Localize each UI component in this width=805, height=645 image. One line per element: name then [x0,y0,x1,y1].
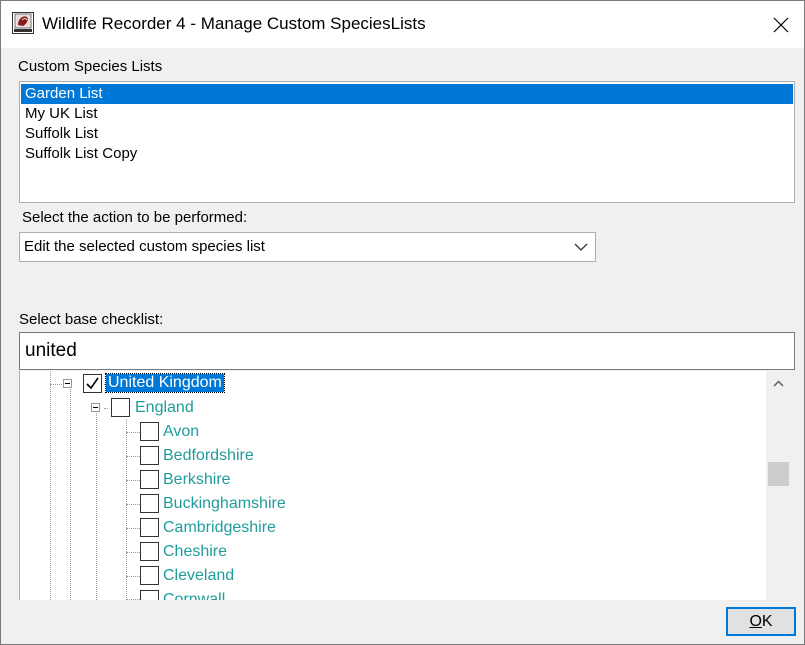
tree-connector [126,528,140,529]
checklist-tree: United Kingdom England Avon Bedfordshire… [19,371,791,600]
title-bar[interactable]: Wildlife Recorder 4 - Manage Custom Spec… [1,1,804,48]
ok-label-rest: K [761,612,773,630]
dialog-window: Wildlife Recorder 4 - Manage Custom Spec… [0,0,805,645]
checklist-label: Select base checklist: [19,311,164,328]
tree-node[interactable]: Bedfordshire [163,447,254,465]
ok-button-label: OK [749,612,773,630]
tree-checkbox[interactable] [140,470,159,489]
list-item[interactable]: Suffolk List Copy [21,144,793,164]
tree-node[interactable]: Avon [163,423,199,441]
close-button[interactable] [758,1,804,48]
tree-checkbox-england[interactable] [111,398,130,417]
action-value: Edit the selected custom species list [24,238,265,255]
checklist-search-input[interactable] [19,332,795,370]
tree-node[interactable]: Cheshire [163,543,227,561]
list-item[interactable]: My UK List [21,104,793,124]
tree-checkbox[interactable] [140,542,159,561]
tree-connector [126,504,140,505]
tree-connector [50,371,51,600]
tree-checkbox[interactable] [140,494,159,513]
collapse-toggle-icon[interactable] [91,403,100,412]
scroll-up-button[interactable] [766,371,791,396]
tree-checkbox[interactable] [140,566,159,585]
list-item[interactable]: Garden List [21,84,793,104]
tree-connector [126,599,140,600]
tree-checkbox[interactable] [140,422,159,441]
tree-node[interactable]: Cambridgeshire [163,519,276,537]
tree-scrollbar[interactable] [766,371,791,600]
close-icon [773,17,789,32]
window-title: Wildlife Recorder 4 - Manage Custom Spec… [42,14,426,33]
tree-connector [126,480,140,481]
tree-node[interactable]: Buckinghamshire [163,495,286,513]
custom-lists-listbox[interactable]: Garden List My UK List Suffolk List Suff… [19,81,795,203]
tree-node-england[interactable]: England [135,399,194,417]
tree-node-united-kingdom[interactable]: United Kingdom [105,373,225,393]
chevron-up-icon [773,380,784,387]
action-label: Select the action to be performed: [22,209,248,226]
tree-connector [96,413,97,600]
list-item[interactable]: Suffolk List [21,124,793,144]
tree-connector [126,552,140,553]
tree-node[interactable]: Cleveland [163,567,234,585]
custom-lists-label: Custom Species Lists [18,58,163,75]
tree-connector [126,576,140,577]
action-dropdown[interactable]: Edit the selected custom species list [19,232,596,262]
tree-node[interactable]: Cornwall [163,591,225,600]
tree-node[interactable]: Berkshire [163,471,231,489]
scroll-thumb[interactable] [768,462,789,486]
tree-checkbox[interactable] [140,518,159,537]
checkmark-icon [86,377,99,390]
tree-checkbox[interactable] [140,590,159,600]
collapse-toggle-icon[interactable] [63,379,72,388]
tree-connector [126,432,140,433]
wildlife-recorder-icon [12,12,34,34]
tree-checkbox-united-kingdom[interactable] [83,374,102,393]
tree-connector [126,456,140,457]
tree-connector [70,389,71,600]
tree-connector [126,419,127,600]
ok-button[interactable]: OK [726,607,796,636]
chevron-down-icon [574,243,588,251]
tree-connector [104,408,108,409]
tree-checkbox[interactable] [140,446,159,465]
